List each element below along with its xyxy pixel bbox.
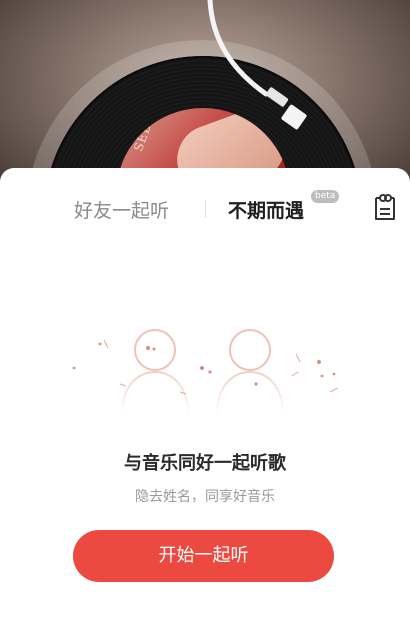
tab-friends-listen[interactable]: 好友一起听 xyxy=(74,196,169,223)
start-listening-button[interactable]: 开始一起听 xyxy=(73,530,334,582)
beta-badge: beta xyxy=(311,190,340,203)
listen-together-panel: 好友一起听 不期而遇 beta 与音乐同好一起听歌 隐去姓名，同享好音乐 开始一… xyxy=(0,168,410,636)
mode-tabs: 好友一起听 不期而遇 beta xyxy=(0,168,410,246)
tab-random-encounter[interactable]: 不期而遇 xyxy=(228,196,304,223)
two-listeners-illustration xyxy=(72,329,339,415)
subline: 隐去姓名，同享好音乐 xyxy=(135,489,275,505)
tab-divider xyxy=(205,200,206,218)
profile-card-icon[interactable] xyxy=(372,192,398,222)
headline: 与音乐同好一起听歌 xyxy=(124,453,286,474)
